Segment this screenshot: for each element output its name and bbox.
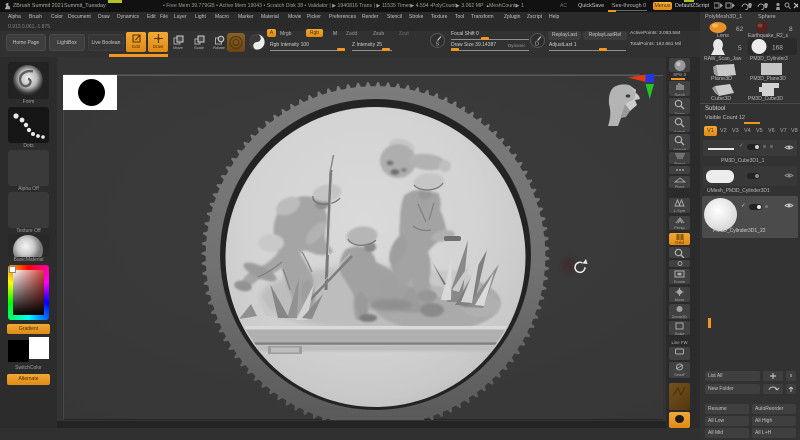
svg-text:D: D [535, 42, 539, 48]
svg-text:168: 168 [772, 45, 783, 52]
svg-text:8: 8 [789, 26, 793, 33]
svg-text:S: S [436, 42, 440, 48]
svg-text:5: 5 [738, 45, 742, 52]
svg-text:62: 62 [736, 26, 744, 33]
